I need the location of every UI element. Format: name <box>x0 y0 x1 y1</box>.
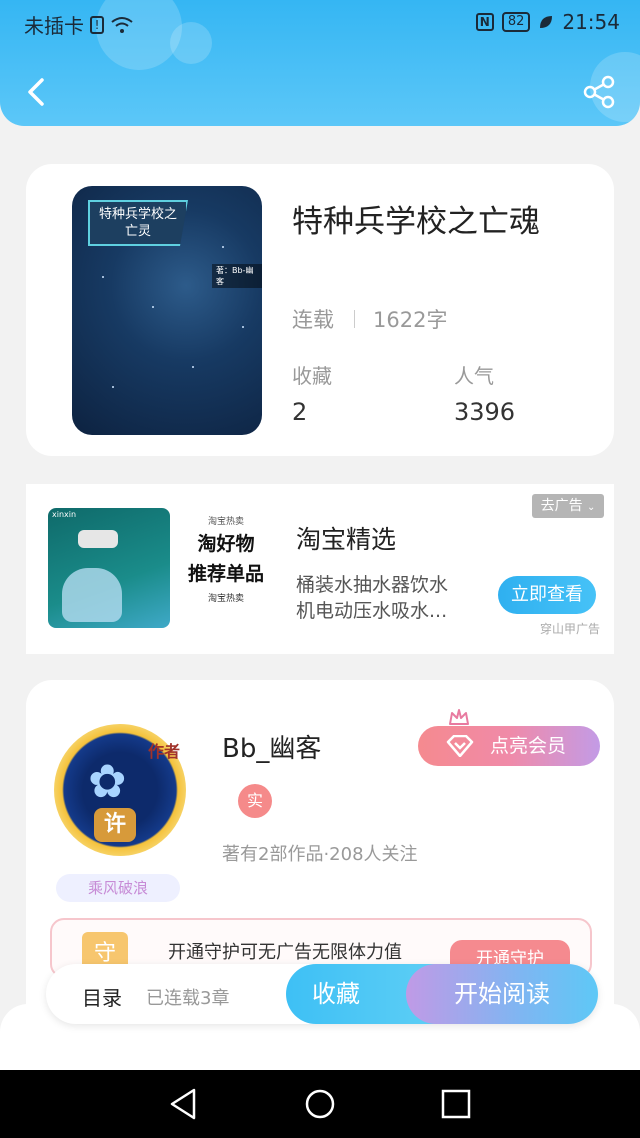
system-nav-bar <box>0 1070 640 1138</box>
vip-button[interactable]: 点亮会员 <box>418 726 600 766</box>
ad-promo-small: 淘宝热卖 <box>207 517 244 527</box>
word-count: 1622字 <box>373 308 448 332</box>
remove-ad-button[interactable]: 去广告 ⌄ <box>532 494 604 518</box>
back-button[interactable] <box>18 72 58 112</box>
author-style-tag: 乘风破浪 <box>56 874 180 902</box>
collect-count-value: 2 <box>292 398 308 426</box>
ad-description: 桶装水抽水器饮水机电动压水吸水... <box>296 574 449 622</box>
avatar-badge: 许 <box>94 808 136 842</box>
author-meta: 著有2部作品·208人关注 <box>222 844 418 865</box>
toc-button[interactable]: 目录 <box>82 982 122 1011</box>
crown-icon <box>449 709 469 725</box>
guard-text: 开通守护可无广告无限体力值 <box>168 942 402 963</box>
book-title: 特种兵学校之亡魂 <box>292 204 540 240</box>
battery-indicator: 82 <box>501 12 531 32</box>
clock: 21:54 <box>562 10 620 34</box>
share-icon <box>583 75 615 109</box>
book-cover[interactable]: 特种兵学校之亡灵 著：Bb-幽客 <box>72 186 262 435</box>
ad-source: 穿山甲广告 <box>540 622 601 636</box>
wifi-icon <box>111 16 133 33</box>
author-avatar[interactable]: ✿ 作者 许 <box>54 724 186 856</box>
ad-promo-line1: 淘好物 <box>197 533 255 555</box>
ad-title: 淘宝精选 <box>296 525 397 554</box>
nav-recent-icon[interactable] <box>436 1086 476 1122</box>
ad-product-image[interactable]: xinxin <box>48 508 170 628</box>
vip-label: 点亮会员 <box>490 735 567 757</box>
verified-badge: 实 <box>238 784 272 818</box>
chapter-count: 已连载3章 <box>146 988 230 1009</box>
avatar-tag: 作者 <box>148 742 181 761</box>
nav-back-icon[interactable] <box>164 1086 204 1122</box>
ad-view-button[interactable]: 立即查看 <box>498 576 596 614</box>
author-name[interactable]: Bb_幽客 <box>222 728 321 765</box>
dragon-icon: ✿ <box>88 754 127 808</box>
diamond-icon <box>446 735 474 757</box>
bottle-shape <box>62 568 122 622</box>
carrier-label: 未插卡 <box>24 14 84 38</box>
remove-ad-label: 去广告 <box>540 498 583 514</box>
status-bar: 未插卡 ! N 82 21:54 <box>0 0 640 44</box>
chevron-down-icon: ⌄ <box>587 502 596 513</box>
book-info-card: 特种兵学校之亡灵 著：Bb-幽客 特种兵学校之亡魂 连载 1622字 收藏 2 … <box>26 164 614 456</box>
cover-author: 著：Bb-幽客 <box>212 264 262 288</box>
pump-shape <box>78 530 118 548</box>
ad-banner[interactable]: xinxin 淘宝热卖 淘好物 推荐单品 淘宝热卖 淘宝精选 桶装水抽水器饮水机… <box>26 484 614 654</box>
collect-count-label: 收藏 <box>292 364 332 388</box>
ad-brand: xinxin <box>52 510 77 519</box>
popularity-label: 人气 <box>454 364 494 388</box>
popularity-value: 3396 <box>454 398 516 426</box>
leaf-icon <box>540 16 553 28</box>
ad-promo-small-2: 淘宝热卖 <box>207 594 244 604</box>
header: 未插卡 ! N 82 21:54 <box>0 0 640 126</box>
cover-title: 特种兵学校之亡灵 <box>88 200 188 246</box>
back-arrow-icon <box>28 78 44 106</box>
nav-home-icon[interactable] <box>300 1086 340 1122</box>
serial-status: 连载 <box>292 308 334 332</box>
divider <box>354 310 355 328</box>
action-bar: 目录 已连载3章 收藏 开始阅读 <box>46 964 598 1024</box>
share-button[interactable] <box>580 72 620 112</box>
nfc-icon: N <box>475 13 494 31</box>
start-reading-button[interactable]: 开始阅读 <box>406 964 598 1024</box>
ad-promo: 淘宝热卖 淘好物 推荐单品 淘宝热卖 <box>176 514 276 604</box>
ad-promo-line2: 推荐单品 <box>187 563 264 585</box>
book-status-row: 连载 1622字 <box>292 304 447 334</box>
nav-bar <box>0 70 640 114</box>
no-sim-icon: ! <box>90 15 104 34</box>
